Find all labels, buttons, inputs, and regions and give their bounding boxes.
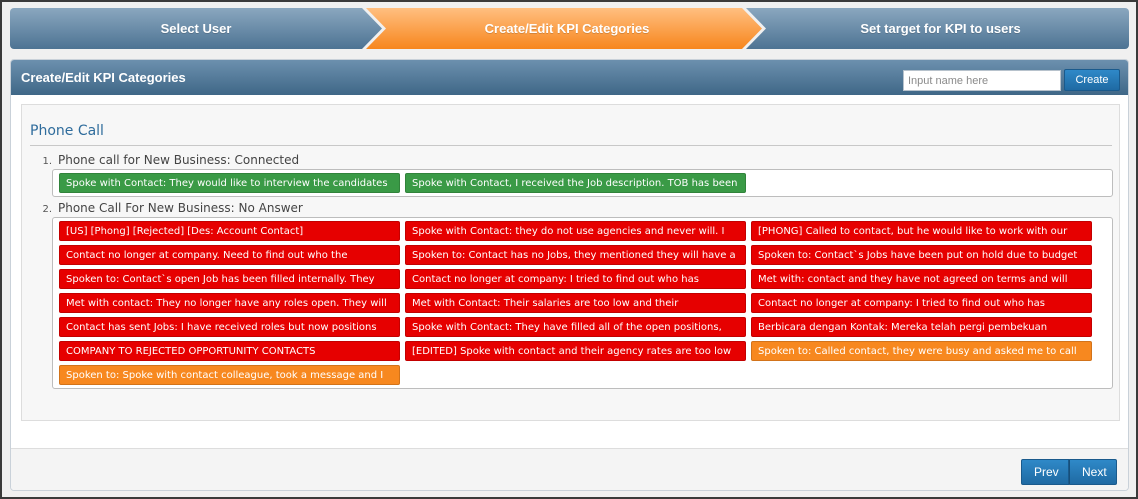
- kpi-tag[interactable]: Spoke with Contact, I received the Job d…: [405, 173, 746, 193]
- wizard-step-create-edit-kpi-categories[interactable]: Create/Edit KPI Categories: [366, 8, 762, 49]
- category-title: Phone Call: [30, 123, 104, 139]
- kpi-tag[interactable]: Contact has sent Jobs: I have received r…: [59, 317, 400, 337]
- next-button[interactable]: Next: [1069, 459, 1117, 485]
- kpi-tag[interactable]: Spoke with Contact: They have filled all…: [405, 317, 746, 337]
- kpi-tag[interactable]: Spoken to: Contact`s Jobs have been put …: [751, 245, 1092, 265]
- wizard-steps: Select User Create/Edit KPI Categories S…: [10, 8, 1129, 49]
- category-content: Phone Call 1. Phone call for New Business…: [21, 104, 1120, 421]
- prev-button[interactable]: Prev: [1021, 459, 1069, 485]
- kpi-tag[interactable]: Spoken to: Spoke with contact colleague,…: [59, 365, 400, 385]
- kpi-tag[interactable]: COMPANY TO REJECTED OPPORTUNITY CONTACTS: [59, 341, 400, 361]
- kpi-tag[interactable]: Contact no longer at company: I tried to…: [405, 269, 746, 289]
- kpi-tag[interactable]: Spoke with Contact: they do not use agen…: [405, 221, 746, 241]
- subcategory-title: Phone Call For New Business: No Answer: [58, 201, 303, 215]
- wizard-step-select-user[interactable]: Select User: [10, 8, 382, 49]
- tag-list: [US] [Phong] [Rejected] [Des: Account Co…: [52, 217, 1113, 389]
- panel-header: Create/Edit KPI Categories Create: [11, 60, 1128, 95]
- pagination-buttons: Prev Next: [1021, 459, 1117, 485]
- subcategory-number: 2.: [42, 204, 52, 215]
- kpi-tag[interactable]: Berbicara dengan Kontak: Mereka telah pe…: [751, 317, 1092, 337]
- panel-footer: Prev Next: [11, 448, 1128, 490]
- kpi-tag[interactable]: Met with contact: They no longer have an…: [59, 293, 400, 313]
- kpi-categories-panel: Create/Edit KPI Categories Create Phone …: [10, 59, 1129, 491]
- wizard-step-label: Create/Edit KPI Categories: [484, 21, 650, 36]
- subcategory-number: 1.: [42, 156, 52, 167]
- subcategory-item: 2. Phone Call For New Business: No Answer: [36, 201, 303, 215]
- kpi-tag[interactable]: Spoke with Contact: They would like to i…: [59, 173, 400, 193]
- kpi-tag[interactable]: [US] [Phong] [Rejected] [Des: Account Co…: [59, 221, 400, 241]
- category-divider: [30, 145, 1112, 146]
- category-name-input[interactable]: [903, 70, 1061, 91]
- create-button[interactable]: Create: [1064, 69, 1120, 91]
- kpi-tag[interactable]: Contact no longer at company. Need to fi…: [59, 245, 400, 265]
- kpi-tag[interactable]: Spoken to: Contact has no Jobs, they men…: [405, 245, 746, 265]
- wizard-step-set-target[interactable]: Set target for KPI to users: [746, 8, 1129, 49]
- kpi-tag[interactable]: [PHONG] Called to contact, but he would …: [751, 221, 1092, 241]
- wizard-step-label: Select User: [160, 21, 232, 36]
- subcategory-title: Phone call for New Business: Connected: [58, 153, 300, 167]
- subcategory-item: 1. Phone call for New Business: Connected: [36, 153, 299, 167]
- kpi-tag[interactable]: Spoken to: Contact`s open Job has been f…: [59, 269, 400, 289]
- kpi-tag[interactable]: [EDITED] Spoke with contact and their ag…: [405, 341, 746, 361]
- panel-title: Create/Edit KPI Categories: [21, 70, 186, 85]
- app-frame: Select User Create/Edit KPI Categories S…: [0, 0, 1138, 499]
- tag-list: Spoke with Contact: They would like to i…: [52, 169, 1113, 197]
- wizard-step-label: Set target for KPI to users: [860, 21, 1021, 36]
- kpi-tag[interactable]: Met with: contact and they have not agre…: [751, 269, 1092, 289]
- kpi-tag[interactable]: Contact no longer at company: I tried to…: [751, 293, 1092, 313]
- kpi-tag[interactable]: Spoken to: Called contact, they were bus…: [751, 341, 1092, 361]
- kpi-tag[interactable]: Met with Contact: Their salaries are too…: [405, 293, 746, 313]
